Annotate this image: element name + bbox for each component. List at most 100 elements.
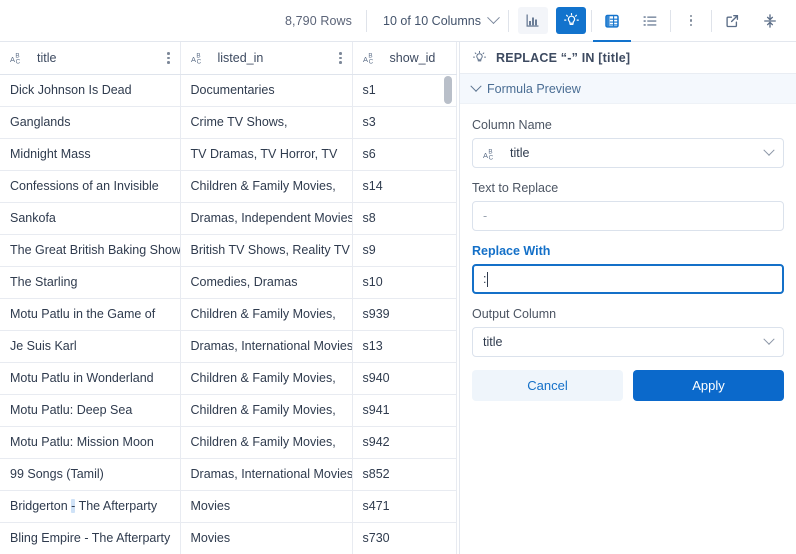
chevron-down-icon (487, 11, 500, 25)
cell-title[interactable]: Midnight Mass (0, 138, 181, 171)
cell-title[interactable]: Je Suis Karl (0, 330, 181, 363)
cell-listed_in[interactable]: Children & Family Movies, (180, 426, 353, 459)
cell-title[interactable]: Bridgerton - The Afterparty (0, 490, 181, 523)
svg-text:A: A (10, 55, 15, 64)
table-row[interactable]: Je Suis Karl Dramas, International Movies… (0, 330, 457, 363)
more-vertical-icon (688, 12, 695, 30)
cell-show_id[interactable]: s939 (352, 298, 457, 331)
column-name-select[interactable]: A B C title (472, 138, 784, 168)
more-options-button[interactable] (676, 7, 706, 34)
svg-text:C: C (16, 59, 21, 65)
cell-show_id[interactable]: s14 (352, 170, 457, 203)
table-row[interactable]: Motu Patlu in Wonderland Children & Famil… (0, 362, 457, 395)
cell-title[interactable]: Dick Johnson Is Dead (0, 74, 181, 107)
cell-listed_in[interactable]: Dramas, International Movies, (180, 458, 353, 491)
open-external-button[interactable] (717, 7, 747, 34)
table-row[interactable]: The Great British Baking Show British TV … (0, 234, 457, 267)
cell-listed_in[interactable]: British TV Shows, Reality TV (180, 234, 353, 267)
table-row[interactable]: Motu Patlu: Mission Moon Children & Famil… (0, 426, 457, 459)
cell-show_id[interactable]: s8 (352, 202, 457, 235)
cell-title[interactable]: Motu Patlu: Deep Sea (0, 394, 181, 427)
cancel-button[interactable]: Cancel (472, 370, 623, 401)
text-to-replace-input[interactable]: - (472, 201, 784, 231)
data-grid: A B C title A B C listed_in A B C show_i… (0, 42, 457, 554)
cell-show_id[interactable]: s852 (352, 458, 457, 491)
cell-listed_in[interactable]: Documentaries (180, 74, 353, 107)
cell-listed_in[interactable]: Children & Family Movies, (180, 362, 353, 395)
column-menu-icon[interactable] (165, 49, 172, 67)
cell-show_id[interactable]: s3 (352, 106, 457, 139)
cell-show_id[interactable]: s10 (352, 266, 457, 299)
cell-title[interactable]: Motu Patlu in the Game of (0, 298, 181, 331)
cell-show_id[interactable]: s940 (352, 362, 457, 395)
column-header-listed-in[interactable]: A B C listed_in (180, 42, 353, 75)
cell-listed_in[interactable]: TV Dramas, TV Horror, TV (180, 138, 353, 171)
cell-show_id[interactable]: s1 (352, 74, 457, 107)
table-row[interactable]: Dick Johnson Is Dead Documentaries s1 (0, 74, 457, 107)
scrollbar-thumb[interactable] (444, 76, 452, 104)
table-row[interactable]: 99 Songs (Tamil) Dramas, International Mo… (0, 458, 457, 491)
cell-title[interactable]: Ganglands (0, 106, 181, 139)
chevron-down-icon (470, 80, 482, 92)
replace-transform-screen: 8,790 Rows 10 of 10 Columns A B C title … (0, 0, 796, 554)
table-row[interactable]: Midnight Mass TV Dramas, TV Horror, TV s6 (0, 138, 457, 171)
cell-title[interactable]: 99 Songs (Tamil) (0, 458, 181, 491)
cell-show_id[interactable]: s13 (352, 330, 457, 363)
column-count-selector[interactable]: 10 of 10 Columns (367, 11, 508, 28)
table-row[interactable]: Bling Empire - The Afterparty Movies s730 (0, 522, 457, 554)
cell-title[interactable]: Bling Empire - The Afterparty (0, 522, 181, 554)
cell-listed_in[interactable]: Children & Family Movies, (180, 394, 353, 427)
abc-text-icon: A B C (363, 53, 374, 65)
table-row[interactable]: Ganglands Crime TV Shows, s3 (0, 106, 457, 139)
column-count-label: 10 of 10 Columns (383, 13, 481, 28)
cell-show_id[interactable]: s471 (352, 490, 457, 523)
collapse-panel-button[interactable] (755, 7, 785, 34)
grid-view-tab[interactable] (593, 7, 631, 42)
cell-show_id[interactable]: s6 (352, 138, 457, 171)
column-header-title[interactable]: A B C title (0, 42, 181, 75)
cell-listed_in[interactable]: Movies (180, 522, 353, 554)
table-row[interactable]: The Starling Comedies, Dramas s10 (0, 266, 457, 299)
cell-title[interactable]: The Starling (0, 266, 181, 299)
svg-text:A: A (363, 55, 368, 64)
chart-icon (526, 14, 539, 27)
abc-text-icon: A B C (191, 53, 202, 65)
table-row[interactable]: Motu Patlu in the Game of Children & Fami… (0, 298, 457, 331)
apply-button[interactable]: Apply (633, 370, 784, 401)
data-grid-container[interactable]: A B C title A B C listed_in A B C show_i… (0, 42, 460, 554)
cell-listed_in[interactable]: Dramas, Independent Movies, (180, 202, 353, 235)
list-view-tab[interactable] (635, 7, 665, 34)
main-body: A B C title A B C listed_in A B C show_i… (0, 42, 796, 554)
cell-title[interactable]: Motu Patlu in Wonderland (0, 362, 181, 395)
cell-listed_in[interactable]: Children & Family Movies, (180, 170, 353, 203)
cell-listed_in[interactable]: Children & Family Movies, (180, 298, 353, 331)
cell-title[interactable]: Confessions of an Invisible (0, 170, 181, 203)
table-row[interactable]: Motu Patlu: Deep Sea Children & Family Mo… (0, 394, 457, 427)
cell-show_id[interactable]: s942 (352, 426, 457, 459)
cell-show_id[interactable]: s730 (352, 522, 457, 554)
cell-title[interactable]: Sankofa (0, 202, 181, 235)
cell-listed_in[interactable]: Crime TV Shows, (180, 106, 353, 139)
cell-listed_in[interactable]: Movies (180, 490, 353, 523)
cell-listed_in[interactable]: Dramas, International Movies (180, 330, 353, 363)
output-column-select[interactable]: title (472, 327, 784, 357)
cell-title[interactable]: Motu Patlu: Mission Moon (0, 426, 181, 459)
table-row[interactable]: Bridgerton - The Afterparty Movies s471 (0, 490, 457, 523)
cell-title[interactable]: The Great British Baking Show (0, 234, 181, 267)
table-row[interactable]: Sankofa Dramas, Independent Movies, s8 (0, 202, 457, 235)
cell-show_id[interactable]: s941 (352, 394, 457, 427)
column-menu-icon[interactable] (337, 49, 344, 67)
column-header-label: listed_in (217, 50, 264, 65)
chevron-down-icon (763, 333, 775, 345)
formula-preview-label: Formula Preview (487, 81, 581, 96)
insights-lightbulb-button[interactable] (556, 7, 586, 34)
table-row[interactable]: Confessions of an Invisible Children & Fa… (0, 170, 457, 203)
replace-with-input[interactable]: : (472, 264, 784, 294)
formula-preview-toggle[interactable]: Formula Preview (460, 74, 796, 104)
form-actions: Cancel Apply (472, 370, 784, 401)
chart-view-button[interactable] (518, 7, 548, 34)
cell-show_id[interactable]: s9 (352, 234, 457, 267)
column-header-show-id[interactable]: A B C show_id (352, 42, 457, 75)
cell-listed_in[interactable]: Comedies, Dramas (180, 266, 353, 299)
svg-text:A: A (191, 55, 196, 64)
